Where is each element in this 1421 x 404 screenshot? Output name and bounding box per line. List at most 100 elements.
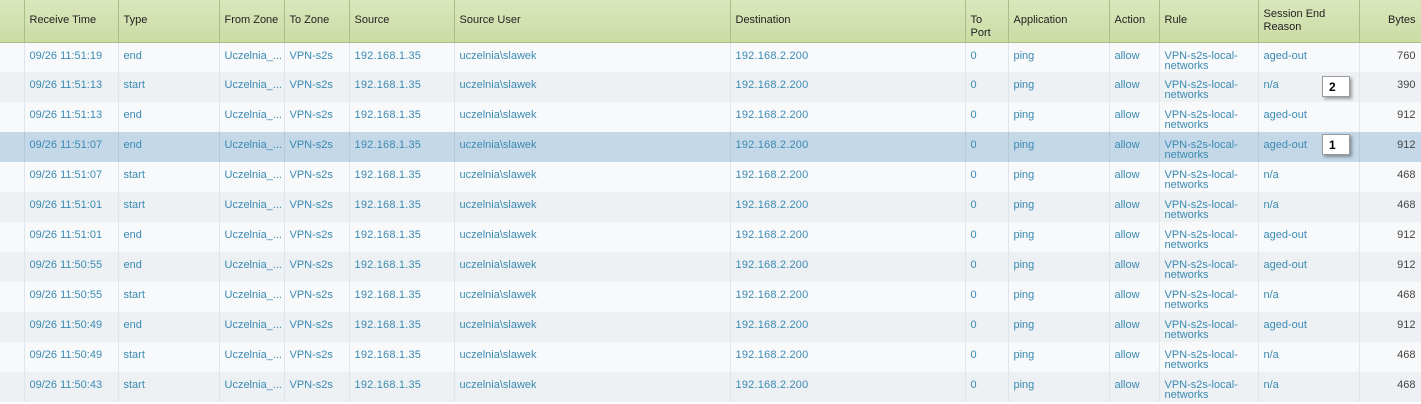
rule-cell[interactable]: VPN-s2s-local-networks [1159, 162, 1259, 192]
receive-time-cell[interactable]: 09/26 11:51:01 [24, 192, 119, 222]
action-cell[interactable]: allow [1109, 372, 1160, 402]
from-zone-cell[interactable]: Uczelnia_... [219, 162, 285, 192]
destination-cell[interactable]: 192.168.2.200 [730, 72, 966, 102]
source-user-cell[interactable]: uczelnia\slawek [454, 282, 731, 312]
row-detail-cell[interactable] [0, 342, 25, 372]
row-detail-cell[interactable] [0, 282, 25, 312]
table-row[interactable]: 09/26 11:50:55 end Uczelnia_... VPN-s2s 192.… [0, 252, 1421, 282]
session-end-reason-cell[interactable]: n/a [1258, 282, 1360, 312]
receive-time-cell[interactable]: 09/26 11:51:01 [24, 222, 119, 252]
to-zone-cell[interactable]: VPN-s2s [284, 42, 350, 72]
rule-cell[interactable]: VPN-s2s-local-networks [1159, 192, 1259, 222]
session-end-reason-cell[interactable]: aged-out [1258, 222, 1360, 252]
application-cell[interactable]: ping [1008, 222, 1110, 252]
to-zone-cell[interactable]: VPN-s2s [284, 312, 350, 342]
table-row[interactable]: 09/26 11:50:43 start Uczelnia_... VPN-s2s 19… [0, 372, 1421, 402]
source-user-cell[interactable]: uczelnia\slawek [454, 192, 731, 222]
application-cell[interactable]: ping [1008, 192, 1110, 222]
destination-cell[interactable]: 192.168.2.200 [730, 222, 966, 252]
column-header-receive-time[interactable]: Receive Time [24, 0, 119, 43]
to-port-cell[interactable]: 0 [965, 372, 1009, 402]
type-cell[interactable]: start [118, 192, 220, 222]
receive-time-cell[interactable]: 09/26 11:51:07 [24, 162, 119, 192]
column-header-from-zone[interactable]: From Zone [219, 0, 285, 43]
to-zone-cell[interactable]: VPN-s2s [284, 222, 350, 252]
source-cell[interactable]: 192.168.1.35 [349, 42, 455, 72]
session-end-reason-cell[interactable]: n/a [1258, 162, 1360, 192]
session-end-reason-cell[interactable]: aged-out [1258, 252, 1360, 282]
type-cell[interactable]: start [118, 342, 220, 372]
application-cell[interactable]: ping [1008, 342, 1110, 372]
receive-time-cell[interactable]: 09/26 11:51:13 [24, 102, 119, 132]
destination-cell[interactable]: 192.168.2.200 [730, 372, 966, 402]
application-cell[interactable]: ping [1008, 312, 1110, 342]
receive-time-cell[interactable]: 09/26 11:50:55 [24, 252, 119, 282]
to-zone-cell[interactable]: VPN-s2s [284, 162, 350, 192]
source-cell[interactable]: 192.168.1.35 [349, 162, 455, 192]
to-zone-cell[interactable]: VPN-s2s [284, 102, 350, 132]
from-zone-cell[interactable]: Uczelnia_... [219, 372, 285, 402]
row-detail-cell[interactable] [0, 72, 25, 102]
destination-cell[interactable]: 192.168.2.200 [730, 312, 966, 342]
rule-cell[interactable]: VPN-s2s-local-networks [1159, 132, 1259, 162]
rule-cell[interactable]: VPN-s2s-local-networks [1159, 72, 1259, 102]
to-zone-cell[interactable]: VPN-s2s [284, 282, 350, 312]
source-cell[interactable]: 192.168.1.35 [349, 252, 455, 282]
type-cell[interactable]: end [118, 132, 220, 162]
row-detail-cell[interactable] [0, 162, 25, 192]
column-header-bytes[interactable]: Bytes [1359, 0, 1421, 43]
action-cell[interactable]: allow [1109, 252, 1160, 282]
type-cell[interactable]: start [118, 72, 220, 102]
from-zone-cell[interactable]: Uczelnia_... [219, 132, 285, 162]
column-header-to-zone[interactable]: To Zone [284, 0, 350, 43]
application-cell[interactable]: ping [1008, 162, 1110, 192]
source-user-cell[interactable]: uczelnia\slawek [454, 72, 731, 102]
column-header-action[interactable]: Action [1109, 0, 1160, 43]
application-cell[interactable]: ping [1008, 252, 1110, 282]
row-detail-cell[interactable] [0, 102, 25, 132]
to-port-cell[interactable]: 0 [965, 102, 1009, 132]
row-detail-cell[interactable] [0, 312, 25, 342]
to-port-cell[interactable]: 0 [965, 282, 1009, 312]
destination-cell[interactable]: 192.168.2.200 [730, 282, 966, 312]
table-row[interactable]: 09/26 11:51:13 end Uczelnia_... VPN-s2s 192.… [0, 102, 1421, 132]
action-cell[interactable]: allow [1109, 312, 1160, 342]
row-detail-cell[interactable] [0, 252, 25, 282]
to-zone-cell[interactable]: VPN-s2s [284, 192, 350, 222]
column-header-to-port[interactable]: To Port [965, 0, 1009, 43]
type-cell[interactable]: end [118, 222, 220, 252]
rule-cell[interactable]: VPN-s2s-local-networks [1159, 372, 1259, 402]
action-cell[interactable]: allow [1109, 192, 1160, 222]
source-user-cell[interactable]: uczelnia\slawek [454, 222, 731, 252]
column-header-type[interactable]: Type [118, 0, 220, 43]
table-row[interactable]: 09/26 11:51:01 start Uczelnia_... VPN-s2s 19… [0, 192, 1421, 222]
action-cell[interactable]: allow [1109, 102, 1160, 132]
source-cell[interactable]: 192.168.1.35 [349, 342, 455, 372]
source-user-cell[interactable]: uczelnia\slawek [454, 42, 731, 72]
receive-time-cell[interactable]: 09/26 11:50:55 [24, 282, 119, 312]
rule-cell[interactable]: VPN-s2s-local-networks [1159, 252, 1259, 282]
to-zone-cell[interactable]: VPN-s2s [284, 132, 350, 162]
receive-time-cell[interactable]: 09/26 11:51:13 [24, 72, 119, 102]
receive-time-cell[interactable]: 09/26 11:50:49 [24, 342, 119, 372]
source-cell[interactable]: 192.168.1.35 [349, 132, 455, 162]
type-cell[interactable]: start [118, 162, 220, 192]
source-cell[interactable]: 192.168.1.35 [349, 72, 455, 102]
type-cell[interactable]: start [118, 372, 220, 402]
source-user-cell[interactable]: uczelnia\slawek [454, 372, 731, 402]
from-zone-cell[interactable]: Uczelnia_... [219, 252, 285, 282]
type-cell[interactable]: end [118, 42, 220, 72]
column-header-destination[interactable]: Destination [730, 0, 966, 43]
table-row[interactable]: 09/26 11:50:49 end Uczelnia_... VPN-s2s 192.… [0, 312, 1421, 342]
from-zone-cell[interactable]: Uczelnia_... [219, 282, 285, 312]
source-cell[interactable]: 192.168.1.35 [349, 222, 455, 252]
column-header-source-user[interactable]: Source User [454, 0, 731, 43]
from-zone-cell[interactable]: Uczelnia_... [219, 72, 285, 102]
type-cell[interactable]: end [118, 252, 220, 282]
column-header-application[interactable]: Application [1008, 0, 1110, 43]
action-cell[interactable]: allow [1109, 342, 1160, 372]
rule-cell[interactable]: VPN-s2s-local-networks [1159, 282, 1259, 312]
action-cell[interactable]: allow [1109, 42, 1160, 72]
source-cell[interactable]: 192.168.1.35 [349, 312, 455, 342]
action-cell[interactable]: allow [1109, 72, 1160, 102]
